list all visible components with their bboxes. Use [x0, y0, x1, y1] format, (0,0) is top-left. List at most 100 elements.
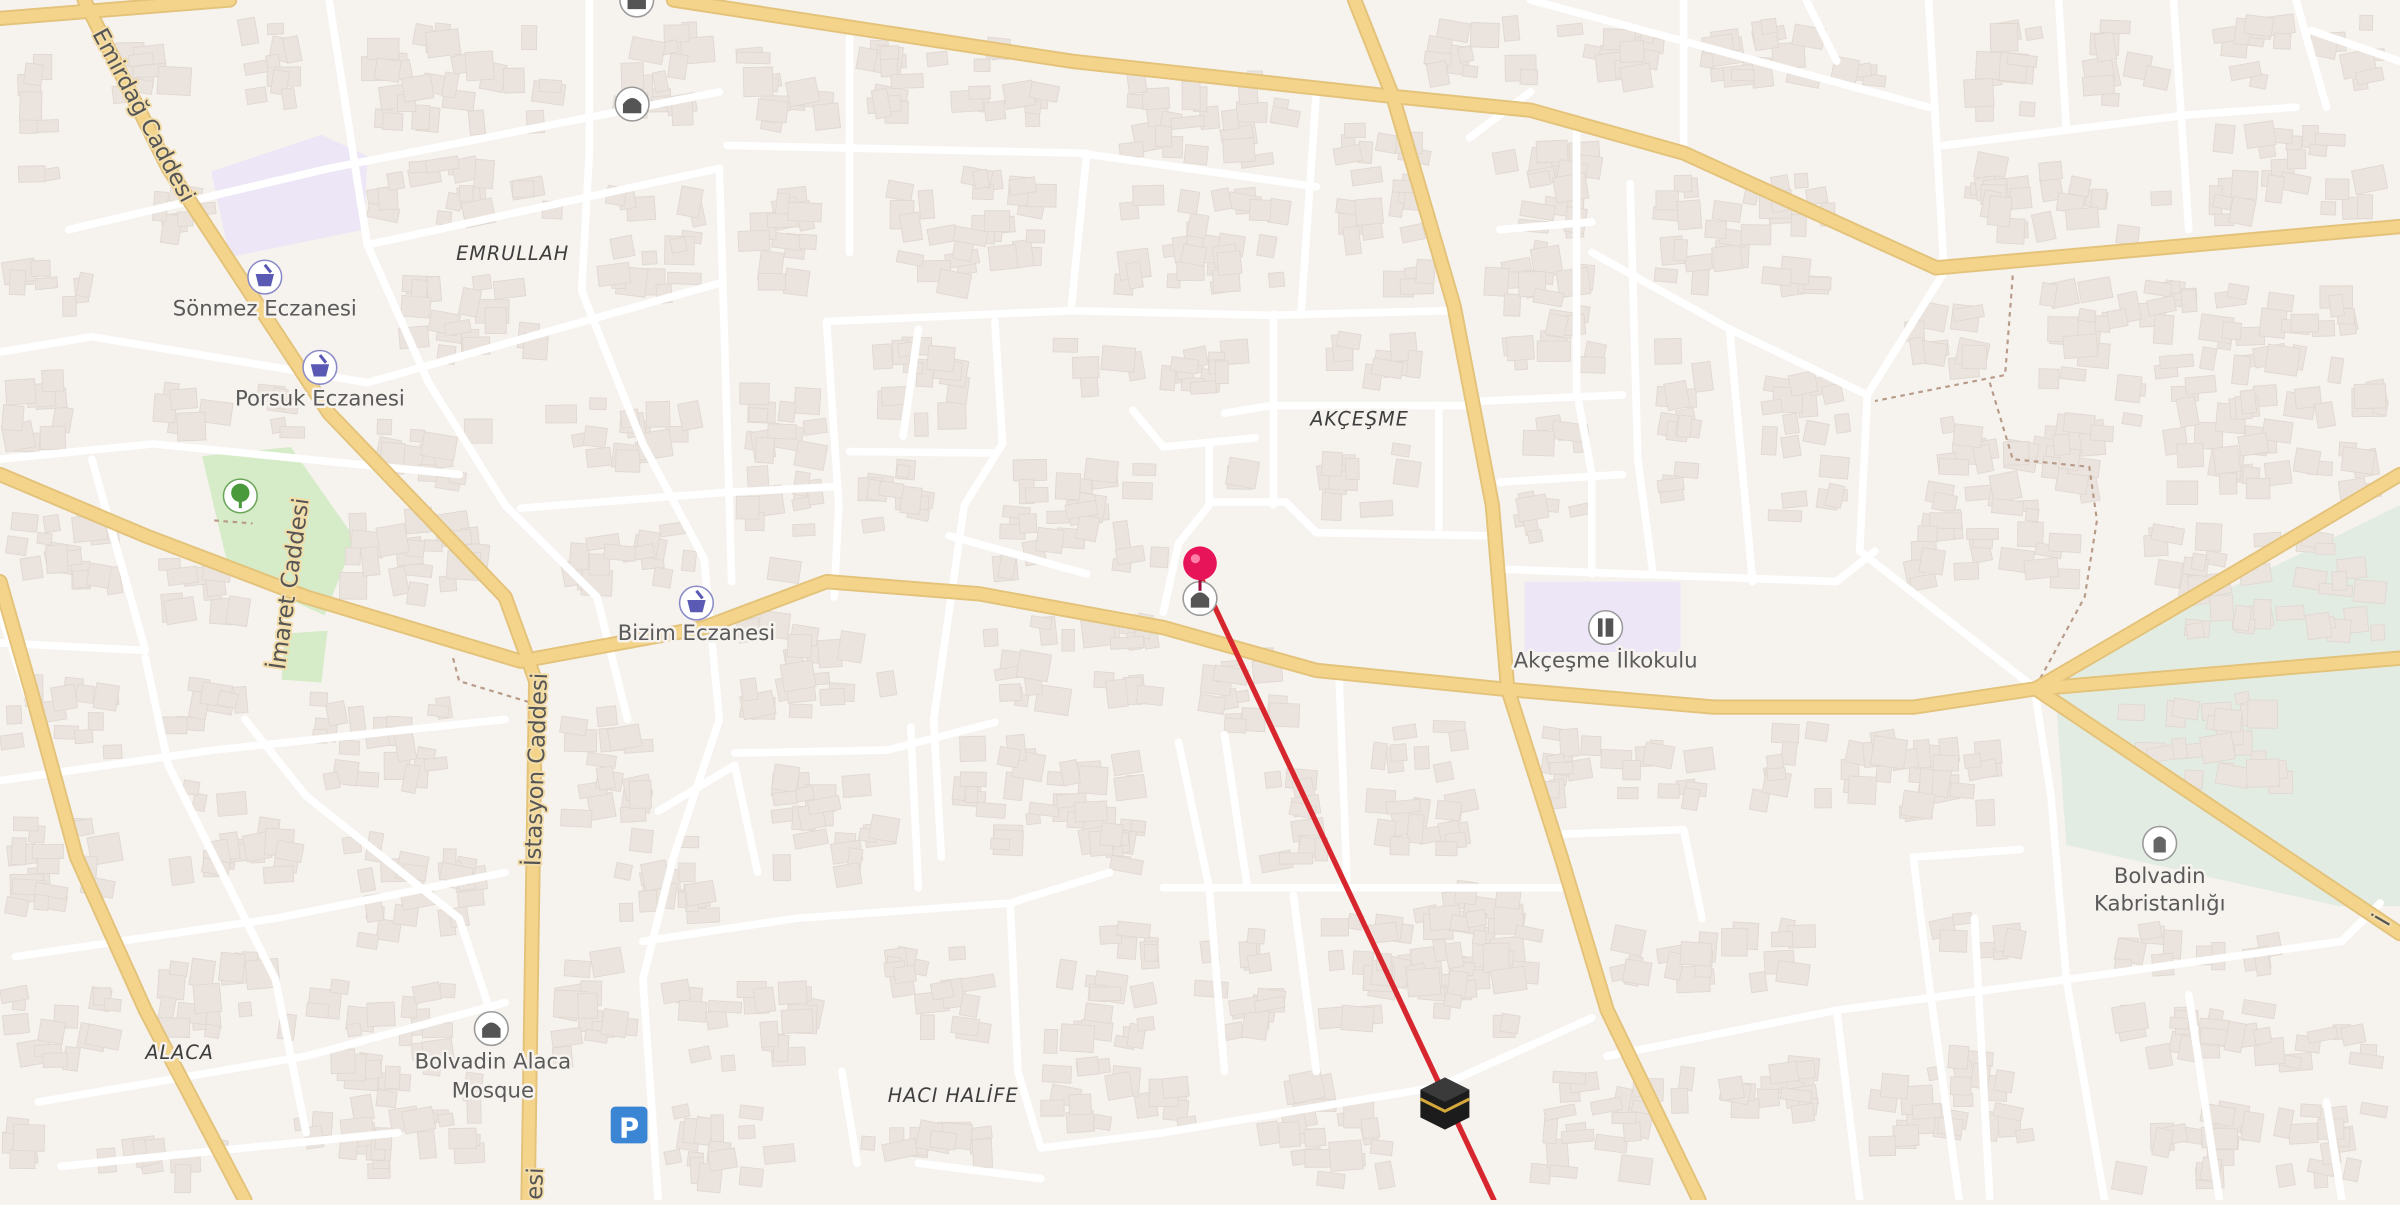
building [2266, 291, 2295, 313]
building [819, 687, 846, 707]
mosque-icon[interactable] [473, 1010, 509, 1047]
building [1730, 68, 1755, 82]
building [1535, 139, 1569, 164]
poi-label-bizim[interactable]: Bizim Eczanesi [615, 618, 778, 648]
poi-label-mosque-line1[interactable]: Bolvadin Alaca [412, 1047, 574, 1077]
building [1043, 1028, 1059, 1054]
poi-label-school[interactable]: Akçeşme İlkokulu [1511, 645, 1700, 676]
building [1354, 197, 1384, 226]
pharmacy-icon[interactable] [302, 349, 338, 385]
building [471, 273, 493, 292]
building [983, 100, 1007, 122]
building [1610, 924, 1647, 957]
building [2194, 522, 2223, 552]
building [996, 745, 1022, 769]
building [577, 992, 599, 1020]
building [975, 801, 1007, 819]
building [1499, 1012, 1521, 1035]
building [2064, 206, 2100, 231]
building [786, 633, 813, 659]
building [2275, 1162, 2296, 1188]
building [1515, 493, 1550, 523]
building [787, 201, 823, 223]
building [1974, 50, 2002, 81]
building [1116, 920, 1152, 939]
building [1975, 799, 1996, 827]
building [1214, 360, 1229, 385]
building [595, 765, 616, 791]
pharmacy-icon[interactable] [678, 585, 715, 621]
building [720, 1054, 736, 1072]
building [1558, 727, 1580, 758]
building [973, 58, 991, 72]
building [1790, 213, 1807, 238]
tree-icon[interactable] [222, 478, 258, 514]
building [2048, 532, 2082, 554]
building [218, 951, 246, 983]
building [1303, 1127, 1327, 1148]
map-view[interactable]: Emirdağ Caddesi İmaret Caddesi İstasyon … [0, 0, 2400, 1205]
poi-label-cemetery-line2[interactable]: Kabristanlığı [2091, 889, 2228, 919]
building [2171, 737, 2189, 760]
building [2286, 149, 2307, 170]
building [671, 1103, 691, 1120]
building [596, 261, 632, 287]
building [2227, 195, 2257, 227]
building [1181, 80, 1201, 111]
building [1704, 219, 1728, 240]
building [777, 980, 808, 1005]
building [1220, 108, 1240, 132]
building [2328, 293, 2346, 318]
building [405, 581, 429, 608]
building [1197, 693, 1227, 715]
building [855, 46, 879, 72]
building [1963, 77, 1995, 109]
building [427, 703, 450, 718]
building [309, 691, 329, 707]
poi-label-mosque-line2[interactable]: Mosque [449, 1076, 536, 1106]
mosque-icon[interactable] [614, 86, 650, 122]
building [166, 565, 199, 587]
building [1343, 122, 1366, 139]
building [2099, 19, 2131, 35]
building [1189, 380, 1217, 395]
pharmacy-icon[interactable] [247, 259, 283, 295]
building [373, 57, 402, 83]
building [1279, 852, 1314, 865]
building [1149, 546, 1170, 569]
building [1110, 749, 1143, 777]
map-canvas[interactable]: Emirdağ Caddesi İmaret Caddesi İstasyon … [0, 0, 2400, 1205]
parking-icon[interactable]: P [610, 1106, 648, 1145]
building [2212, 445, 2242, 475]
building [793, 386, 822, 416]
building [1961, 344, 1988, 370]
school-icon[interactable] [1588, 609, 1624, 646]
building [1966, 527, 1999, 540]
building [2212, 707, 2243, 733]
building [620, 62, 645, 91]
poi-label-porsuk[interactable]: Porsuk Eczanesi [232, 384, 407, 414]
poi-label-sonmez[interactable]: Sönmez Eczanesi [170, 294, 359, 324]
building [766, 556, 802, 585]
building [782, 267, 811, 297]
building [2184, 621, 2205, 640]
building [2114, 373, 2143, 404]
building [512, 180, 535, 198]
building [1917, 525, 1938, 543]
building [10, 511, 39, 533]
building [1494, 888, 1522, 910]
gravestone-icon[interactable] [2142, 825, 2178, 861]
poi-label-cemetery-line1[interactable]: Bolvadin [2111, 862, 2208, 892]
building [10, 837, 27, 866]
building [538, 78, 562, 94]
building [2184, 374, 2217, 395]
building [36, 531, 53, 546]
district-label-alaca: ALACA [143, 1041, 214, 1064]
building [8, 269, 27, 296]
building [423, 756, 449, 772]
building [1425, 60, 1451, 89]
building [1109, 635, 1145, 650]
building [356, 867, 377, 893]
building [606, 723, 643, 752]
building [1663, 379, 1691, 412]
